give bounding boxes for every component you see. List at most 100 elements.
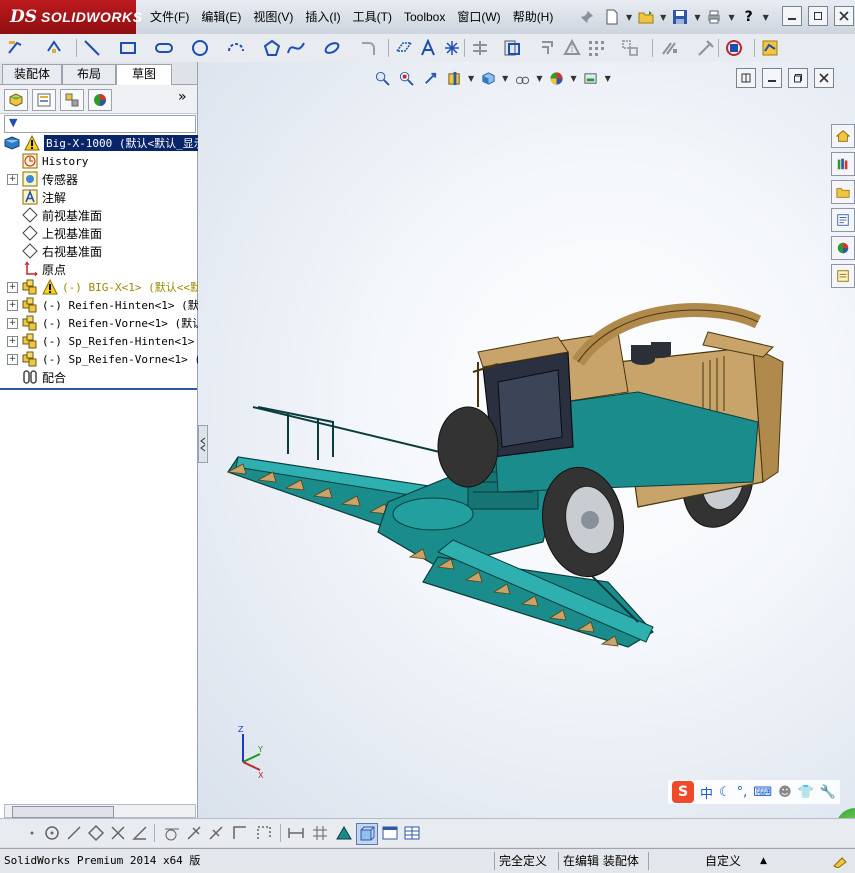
chevron-down-icon[interactable]: ▼	[605, 74, 611, 83]
table-icon[interactable]	[402, 823, 422, 843]
display-relations-icon[interactable]	[660, 38, 680, 58]
tab-layout[interactable]: 布局	[62, 64, 116, 84]
more-tabs-icon[interactable]: »	[178, 89, 187, 105]
circle-icon[interactable]	[190, 38, 210, 58]
save-icon[interactable]	[669, 6, 691, 28]
close-icon[interactable]	[814, 68, 834, 88]
line-icon[interactable]	[64, 823, 84, 843]
tree-item-root-assembly[interactable]: Big-X-1000 (默认<默认_显示	[4, 134, 207, 152]
chevron-down-icon[interactable]: ▼	[536, 74, 542, 83]
menu-help[interactable]: 帮助(H)	[507, 0, 560, 34]
minimize-icon[interactable]	[762, 68, 782, 88]
tree-item-front-plane[interactable]: 前视基准面	[22, 206, 102, 224]
midpoint-icon[interactable]	[184, 823, 204, 843]
point-icon[interactable]	[22, 823, 42, 843]
plane-icon[interactable]	[394, 38, 414, 58]
punctuation-icon[interactable]: °,	[737, 785, 748, 800]
scene-icon[interactable]	[581, 68, 601, 88]
tree-item-right-plane[interactable]: 右视基准面	[22, 242, 102, 260]
rapid-sketch-icon[interactable]	[724, 38, 744, 58]
design-library-icon[interactable]	[831, 152, 855, 176]
shaded-sketch-icon[interactable]	[334, 823, 354, 843]
offset-icon[interactable]	[538, 38, 558, 58]
corner-icon[interactable]	[230, 823, 250, 843]
menu-tools[interactable]: 工具(T)	[347, 0, 398, 34]
chevron-down-icon[interactable]: ▼	[570, 74, 576, 83]
slot-icon[interactable]	[154, 38, 174, 58]
polygon-icon[interactable]	[262, 38, 282, 58]
mirror-icon[interactable]	[562, 38, 582, 58]
view-triad[interactable]: Z Y X	[238, 725, 264, 780]
view-orientation-icon[interactable]	[478, 68, 498, 88]
tab-assembly[interactable]: 装配体	[2, 64, 62, 84]
cross-icon[interactable]	[108, 823, 128, 843]
restore-icon[interactable]	[788, 68, 808, 88]
trim-icon[interactable]	[470, 38, 490, 58]
custom-properties-icon[interactable]	[831, 264, 855, 288]
perpendicular-icon[interactable]	[206, 823, 226, 843]
dimension-icon[interactable]	[286, 823, 306, 843]
tree-item-top-plane[interactable]: 上视基准面	[22, 224, 102, 242]
menu-toolbox[interactable]: Toolbox	[398, 0, 451, 34]
home-icon[interactable]	[831, 124, 855, 148]
menu-edit[interactable]: 编辑(E)	[195, 0, 247, 34]
menu-file[interactable]: 文件(F)	[144, 0, 195, 34]
zoom-to-fit-icon[interactable]	[372, 68, 392, 88]
print-icon[interactable]	[703, 6, 725, 28]
line-icon[interactable]	[82, 38, 102, 58]
expand-toggle[interactable]: +	[7, 318, 18, 329]
sogou-ime-icon[interactable]: S	[672, 781, 694, 803]
chevron-down-icon[interactable]: ▼	[468, 74, 474, 83]
ime-mode-toggle[interactable]: 中	[700, 783, 713, 802]
spline-icon[interactable]	[286, 38, 306, 58]
property-manager-icon[interactable]	[32, 89, 56, 111]
fillet-icon[interactable]	[358, 38, 378, 58]
tree-item-subassembly[interactable]: (-) Sp_Reifen-Hinten<1> (默	[22, 332, 219, 350]
tree-item-subassembly[interactable]: (-) Sp_Reifen-Vorne<1> (默	[22, 350, 212, 368]
convert-entities-icon[interactable]	[502, 38, 522, 58]
tree-item-history[interactable]: History	[22, 152, 88, 170]
close-icon[interactable]	[834, 6, 854, 26]
tangent-icon[interactable]	[162, 823, 182, 843]
sketch-icon[interactable]	[6, 38, 26, 58]
scrollbar-thumb[interactable]	[12, 806, 114, 818]
restore-icon[interactable]	[808, 6, 828, 26]
new-document-icon[interactable]	[601, 6, 623, 28]
instant2d-icon[interactable]	[760, 38, 780, 58]
chevron-up-icon[interactable]: ▲	[760, 852, 767, 870]
expand-toggle[interactable]: +	[7, 174, 18, 185]
chevron-down-icon[interactable]: ▼	[626, 13, 632, 22]
minimize-icon[interactable]	[782, 6, 802, 26]
open-folder-icon[interactable]	[635, 6, 657, 28]
expand-toggle[interactable]: +	[7, 336, 18, 347]
rebuild-icon[interactable]	[832, 852, 848, 870]
feature-manager-icon[interactable]	[4, 89, 28, 111]
keyboard-icon[interactable]: ⌨	[753, 785, 772, 800]
solidworks-logo[interactable]: DS SOLIDWORKS	[0, 0, 142, 34]
display-style-icon[interactable]	[512, 68, 532, 88]
tree-filter[interactable]: ▼	[4, 115, 196, 133]
rectangle-icon[interactable]	[118, 38, 138, 58]
menu-insert[interactable]: 插入(I)	[299, 0, 346, 34]
tree-item-sensors[interactable]: 传感器	[22, 170, 78, 188]
section-view-icon[interactable]	[444, 68, 464, 88]
appearances-icon[interactable]	[831, 236, 855, 260]
zoom-to-area-icon[interactable]	[396, 68, 416, 88]
moon-icon[interactable]: ☾	[719, 785, 731, 800]
panel-collapse-handle[interactable]	[198, 425, 208, 463]
pin-icon[interactable]	[576, 6, 598, 28]
chevron-down-icon[interactable]: ▼	[728, 13, 734, 22]
linear-pattern-icon[interactable]	[586, 38, 606, 58]
dashed-corner-icon[interactable]	[254, 823, 274, 843]
angle-icon[interactable]	[130, 823, 150, 843]
3d-view-icon[interactable]	[356, 823, 378, 845]
chevron-down-icon[interactable]: ▼	[502, 74, 508, 83]
tree-item-mates[interactable]: 配合	[22, 368, 66, 386]
file-explorer-icon[interactable]	[831, 180, 855, 204]
expand-toggle[interactable]: +	[7, 282, 18, 293]
ellipse-icon[interactable]	[322, 38, 342, 58]
help-icon[interactable]: ?	[738, 6, 760, 28]
menu-view[interactable]: 视图(V)	[247, 0, 299, 34]
configuration-manager-icon[interactable]	[60, 89, 84, 111]
appearance-icon[interactable]	[546, 68, 566, 88]
